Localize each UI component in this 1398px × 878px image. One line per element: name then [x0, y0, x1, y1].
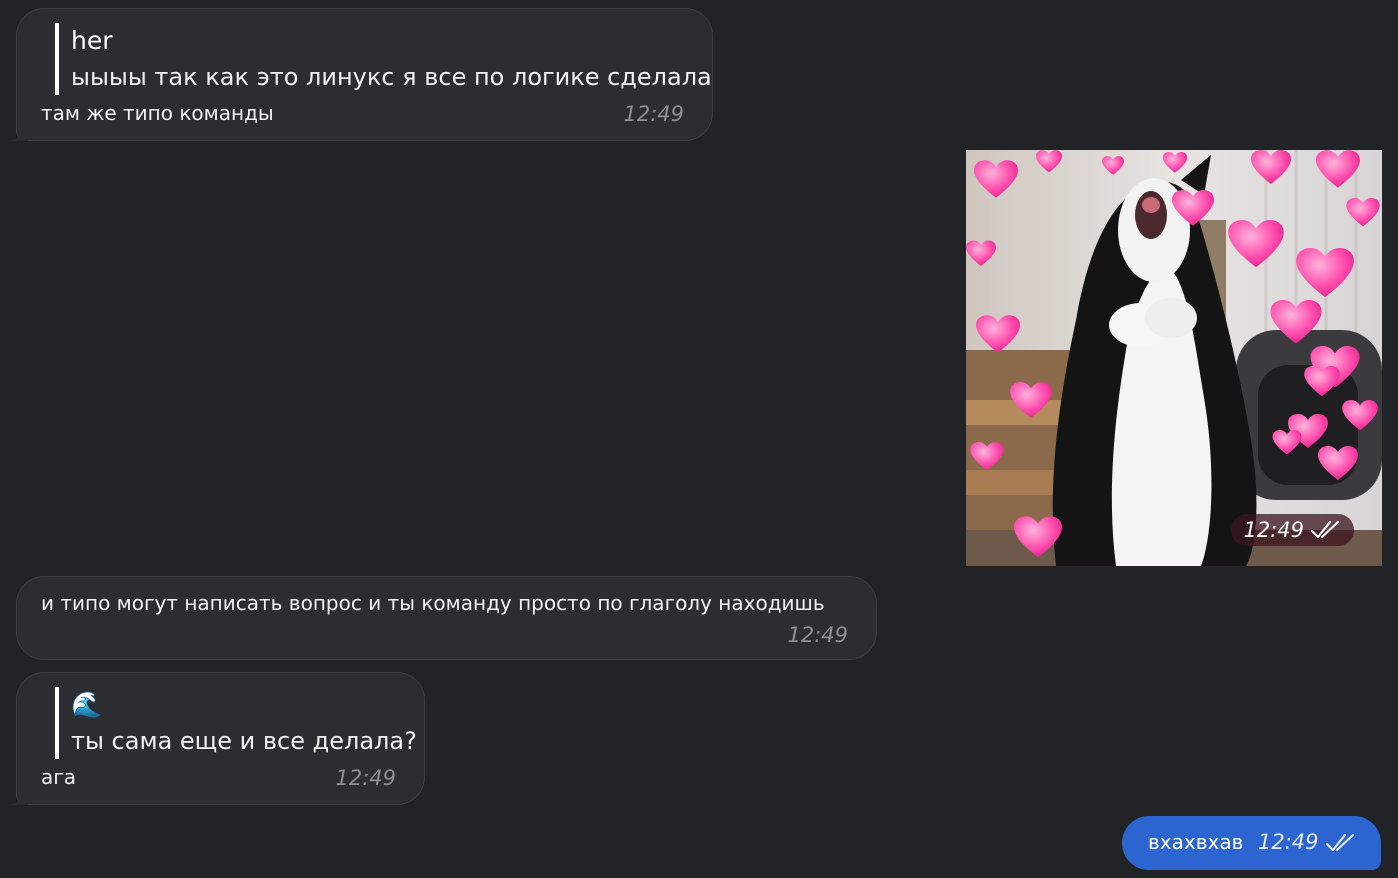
- message-time-text: 12:49: [1258, 830, 1319, 854]
- double-check-icon: [1310, 520, 1340, 539]
- cat-with-hearts-photo: [966, 150, 1382, 566]
- message-bubble-4[interactable]: 🌊 ты сама еще и все делала? ага 12:49: [8, 672, 425, 805]
- chat-view: her ыыыы так как это линукс я все по лог…: [0, 0, 1398, 878]
- photo-message[interactable]: 12:49: [966, 150, 1382, 566]
- message-bubble-5[interactable]: вхахвхав 12:49: [1122, 816, 1381, 870]
- message-bubble-3[interactable]: и типо могут написать вопрос и ты команд…: [16, 576, 877, 660]
- reply-author: her: [71, 26, 113, 55]
- message-time: 12:49: [1258, 830, 1357, 854]
- message-bubble-1[interactable]: her ыыыы так как это линукс я все по лог…: [8, 8, 713, 141]
- message-time: 12:49: [787, 623, 848, 647]
- double-check-icon: [1326, 833, 1355, 852]
- reply-quote[interactable]: 🌊 ты сама еще и все делала?: [55, 687, 417, 759]
- message-time: 12:49: [335, 766, 396, 790]
- bubble-tail-icon: [8, 123, 28, 141]
- message-time: 12:49: [623, 102, 684, 126]
- bubble-tail-icon: [8, 787, 28, 805]
- reply-quote[interactable]: her ыыыы так как это линукс я все по лог…: [55, 23, 712, 95]
- message-text: и типо могут написать вопрос и ты команд…: [41, 591, 825, 615]
- photo-time-badge: 12:49: [1231, 514, 1354, 546]
- reply-author: 🌊: [71, 690, 103, 719]
- message-time: 12:49: [1243, 518, 1304, 542]
- reply-text: ыыыы так как это линукс я все по логике …: [71, 63, 712, 91]
- message-text: вхахвхав: [1148, 830, 1244, 854]
- reply-text: ты сама еще и все делала?: [71, 727, 417, 755]
- message-text: там же типо команды: [41, 101, 274, 125]
- message-text: ага: [41, 765, 77, 789]
